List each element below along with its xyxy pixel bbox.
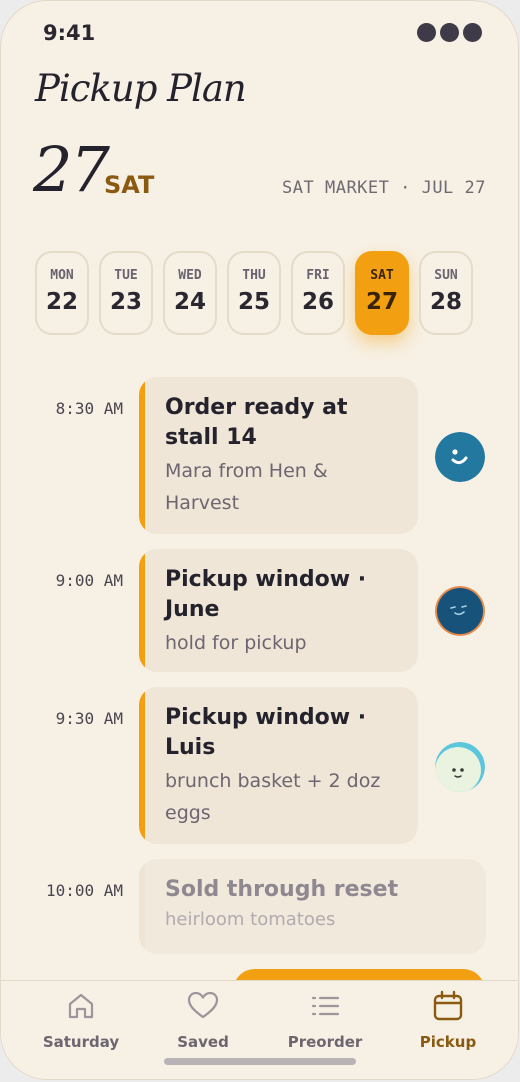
day-chip-sun[interactable]: SUN 28: [419, 251, 473, 335]
day-chip-number: 23: [109, 289, 142, 315]
day-chip-thu[interactable]: THU 25: [227, 251, 281, 335]
status-indicators: [417, 23, 482, 42]
day-chip-sat-selected[interactable]: SAT 27: [355, 251, 409, 335]
day-chip-number: 26: [301, 289, 334, 315]
event-card-june[interactable]: Pickup window · June hold for pickup: [139, 549, 418, 672]
tab-label: Preorder: [287, 1033, 363, 1051]
day-chip-dow: SAT: [370, 268, 394, 283]
luis-avatar[interactable]: [435, 742, 485, 792]
phone-screen: 9:41 Pickup Plan 27 SAT SAT MARKET · JUL…: [1, 1, 518, 1079]
tab-pickup[interactable]: Pickup: [393, 989, 503, 1051]
day-chip-number: 24: [173, 289, 206, 315]
event-time: 8:30 AM: [55, 399, 123, 418]
event-subtitle: Mara from Hen & Harvest: [165, 460, 328, 514]
tab-label: Saturday: [42, 1033, 120, 1051]
day-chip-number: 22: [45, 289, 78, 315]
selected-day-of-week: SAT: [104, 171, 155, 199]
event-card-sold-through[interactable]: Sold through reset heirloom tomatoes: [139, 859, 486, 954]
event-subtitle: heirloom tomatoes: [165, 909, 336, 930]
home-icon: [64, 989, 98, 1027]
day-chip-fri[interactable]: FRI 26: [291, 251, 345, 335]
day-chip-dow: TUE: [114, 268, 138, 283]
market-label: SAT MARKET · JUL 27: [282, 178, 486, 198]
event-subtitle: hold for pickup: [165, 632, 307, 654]
day-chip-number: 27: [365, 289, 398, 315]
tab-label: Pickup: [419, 1033, 477, 1051]
home-indicator: [164, 1058, 356, 1065]
heart-icon: [186, 989, 220, 1027]
day-chip-dow: SUN: [434, 268, 458, 283]
selected-day-number: 27: [33, 133, 110, 206]
event-card-stall-14[interactable]: Order ready at stall 14 Mara from Hen & …: [139, 377, 418, 534]
tab-saved[interactable]: Saved: [148, 989, 258, 1051]
day-chip-number: 28: [429, 289, 462, 315]
event-time: 9:30 AM: [55, 709, 123, 728]
day-chip-mon[interactable]: MON 22: [35, 251, 89, 335]
day-chip-wed[interactable]: WED 24: [163, 251, 217, 335]
status-time: 9:41: [43, 21, 96, 45]
list-icon: [308, 989, 342, 1027]
june-avatar[interactable]: [435, 586, 485, 636]
event-title: Pickup window · Luis: [165, 705, 367, 760]
event-title: Pickup window · June: [165, 567, 367, 622]
mara-avatar[interactable]: [435, 432, 485, 482]
tab-saturday[interactable]: Saturday: [26, 989, 136, 1051]
event-card-luis[interactable]: Pickup window · Luis brunch basket + 2 d…: [139, 687, 418, 844]
event-time: 9:00 AM: [55, 571, 123, 590]
tab-preorder[interactable]: Preorder: [270, 989, 380, 1051]
day-chip-number: 25: [237, 289, 270, 315]
calendar-icon: [431, 989, 465, 1027]
day-chip-dow: MON: [50, 268, 74, 283]
event-title: Sold through reset: [165, 877, 399, 902]
page-title: Pickup Plan: [35, 67, 247, 110]
day-chip-tue[interactable]: TUE 23: [99, 251, 153, 335]
week-strip: MON 22 TUE 23 WED 24 THU 25 FRI 26 SAT 27 SUN 2…: [35, 251, 473, 335]
event-subtitle: brunch basket + 2 doz eggs: [165, 770, 381, 824]
event-title: Order ready at stall 14: [165, 395, 348, 450]
day-chip-dow: THU: [242, 268, 266, 283]
event-time: 10:00 AM: [45, 881, 123, 900]
tab-label: Saved: [177, 1033, 229, 1051]
day-chip-dow: FRI: [306, 268, 330, 283]
day-chip-dow: WED: [178, 268, 202, 283]
